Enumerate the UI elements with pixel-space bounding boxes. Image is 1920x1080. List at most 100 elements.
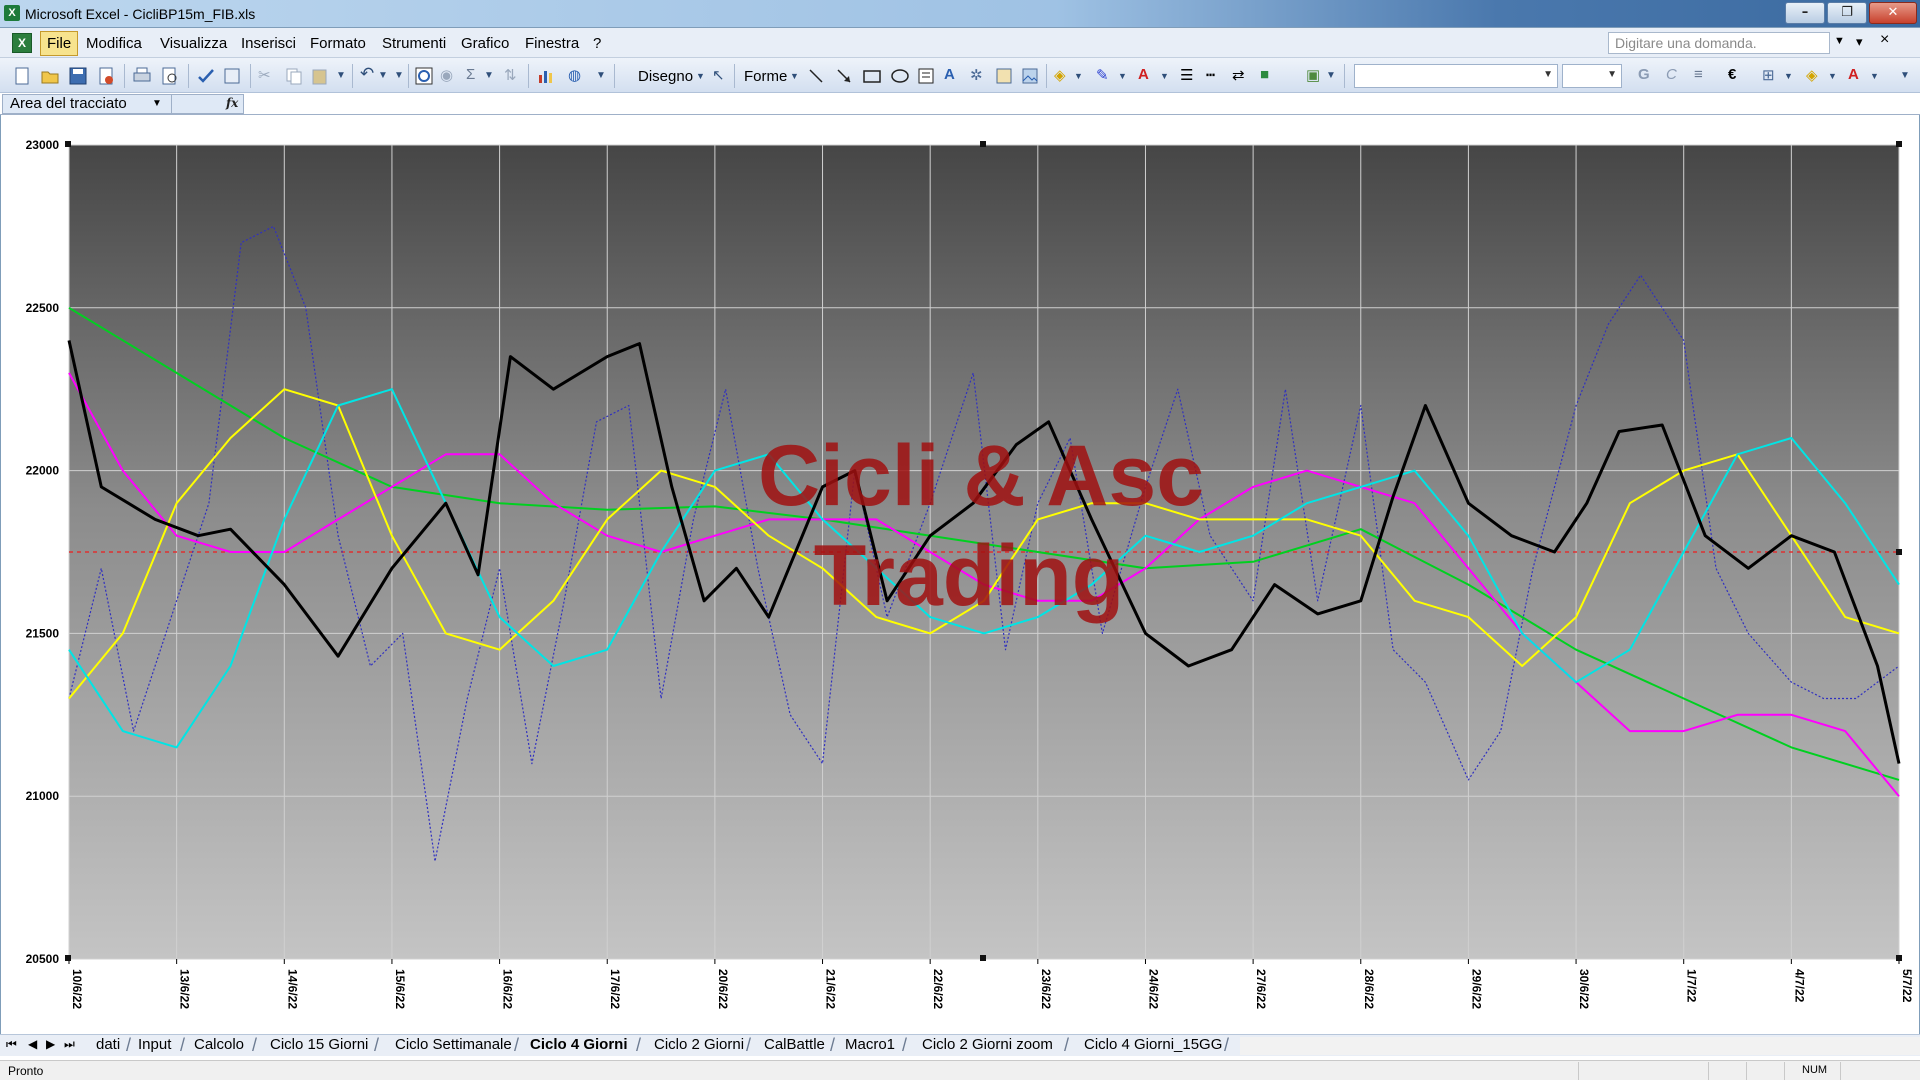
tab-ciclo-4-giorni[interactable]: Ciclo 4 Giorni xyxy=(530,1036,628,1056)
undo-icon[interactable]: ↶ xyxy=(360,64,374,84)
tab-ciclo-4-giorni-15gg[interactable]: Ciclo 4 Giorni_15GG xyxy=(1084,1036,1222,1056)
first-sheet-button[interactable]: ⏮ xyxy=(6,1037,17,1052)
line-style-icon[interactable]: ☰ xyxy=(1180,66,1193,84)
paste-icon[interactable] xyxy=(310,66,330,86)
text-color-icon[interactable]: A xyxy=(1848,66,1859,83)
open-folder-icon[interactable] xyxy=(40,66,60,86)
last-sheet-button[interactable]: ⏭ xyxy=(64,1037,75,1052)
horizontal-scrollbar[interactable] xyxy=(1240,1037,1920,1055)
wordart-icon[interactable]: A xyxy=(944,66,955,83)
menu-grafico[interactable]: Grafico xyxy=(461,35,509,52)
chart[interactable]: 20500 21000 21500 22000 22500 23000 10/6/22 13… xyxy=(1,115,1919,1030)
dash-style-icon[interactable]: ┅ xyxy=(1206,66,1215,84)
mdi-close-button[interactable]: × xyxy=(1880,31,1889,49)
menu-finestra[interactable]: Finestra xyxy=(525,35,579,52)
arrow-style-icon[interactable]: ⇄ xyxy=(1232,66,1245,84)
borders-dropdown-icon[interactable]: ▼ xyxy=(1784,71,1793,81)
hyperlink-icon[interactable] xyxy=(414,66,434,86)
sort-icon[interactable]: ⇅ xyxy=(504,66,517,84)
drawing-dropdown-icon[interactable]: ▼ xyxy=(696,71,705,81)
toolbar-options-icon[interactable]: ▼ xyxy=(596,70,606,81)
maximize-button[interactable]: ❐ xyxy=(1827,2,1867,24)
menu-modifica[interactable]: Modifica xyxy=(86,35,142,52)
web-icon[interactable]: ◉ xyxy=(440,66,453,84)
fill-color-icon[interactable]: ◈ xyxy=(1054,66,1066,84)
help-icon[interactable]: ◍ xyxy=(568,66,581,84)
euro-style-button[interactable]: € xyxy=(1728,66,1736,83)
function-icon[interactable]: fx xyxy=(226,96,238,110)
new-document-icon[interactable] xyxy=(12,66,32,86)
line-color-icon[interactable]: ✎ xyxy=(1096,66,1109,84)
oval-icon[interactable] xyxy=(890,66,910,86)
tab-ciclo-2-giorni[interactable]: Ciclo 2 Giorni xyxy=(654,1036,744,1056)
minimize-button[interactable]: – xyxy=(1785,2,1825,24)
chevron-down-icon[interactable]: ▼ xyxy=(152,98,162,109)
rectangle-icon[interactable] xyxy=(862,66,882,86)
font-size-select[interactable]: ▼ xyxy=(1562,64,1622,88)
tab-calcolo[interactable]: Calcolo xyxy=(194,1036,244,1056)
close-button[interactable]: ✕ xyxy=(1869,2,1917,24)
spelling-icon[interactable] xyxy=(196,66,216,86)
align-center-icon[interactable]: ≡ xyxy=(1694,66,1703,83)
font-color-dropdown-icon[interactable]: ▼ xyxy=(1160,71,1169,81)
tab-macro1[interactable]: Macro1 xyxy=(845,1036,895,1056)
3d-style-icon[interactable]: ▣ xyxy=(1306,66,1320,84)
workbook-icon[interactable]: X xyxy=(12,33,32,53)
paste-dropdown-icon[interactable]: ▼ xyxy=(336,70,346,81)
drawing-options-icon[interactable]: ▼ xyxy=(1326,70,1336,81)
print-icon[interactable] xyxy=(132,66,152,86)
cell-fill-dropdown-icon[interactable]: ▼ xyxy=(1828,71,1837,81)
font-name-select[interactable]: ▼ xyxy=(1354,64,1558,88)
undo-dropdown-icon[interactable]: ▼ xyxy=(378,70,388,81)
menu-file[interactable]: File xyxy=(40,31,79,56)
redo-dropdown-icon[interactable]: ▼ xyxy=(394,70,404,81)
chart-area[interactable]: 20500 21000 21500 22000 22500 23000 10/6/22 13… xyxy=(0,115,1920,1040)
research-icon[interactable] xyxy=(222,66,242,86)
next-sheet-button[interactable]: ▶ xyxy=(46,1037,55,1051)
formatting-options-icon[interactable]: ▼ xyxy=(1900,70,1910,81)
tab-ciclo-2-giorni-zoom[interactable]: Ciclo 2 Giorni zoom xyxy=(922,1036,1053,1056)
name-box[interactable]: Area del tracciato xyxy=(2,94,172,114)
copy-icon[interactable] xyxy=(284,66,304,86)
chart-wizard-icon[interactable] xyxy=(536,66,556,86)
textbox-icon[interactable] xyxy=(916,66,936,86)
shadow-style-icon[interactable]: ■ xyxy=(1260,66,1269,83)
drawing-menu[interactable]: Disegno xyxy=(638,68,693,85)
save-icon[interactable] xyxy=(68,66,88,86)
italic-button[interactable]: C xyxy=(1666,66,1677,83)
cut-icon[interactable]: ✂ xyxy=(258,66,271,84)
bold-button[interactable]: G xyxy=(1638,66,1650,83)
select-objects-icon[interactable]: ↖ xyxy=(712,66,725,84)
autosum-icon[interactable]: Σ xyxy=(466,66,475,83)
prev-sheet-button[interactable]: ◀ xyxy=(28,1037,37,1051)
cell-fill-icon[interactable]: ◈ xyxy=(1806,66,1818,84)
text-color-dropdown-icon[interactable]: ▼ xyxy=(1870,71,1879,81)
menu-formato[interactable]: Formato xyxy=(310,35,366,52)
print-preview-icon[interactable] xyxy=(160,66,180,86)
tab-ciclo-settimanale[interactable]: Ciclo Settimanale xyxy=(395,1036,512,1056)
line-icon[interactable] xyxy=(806,66,826,86)
diagram-icon[interactable]: ✲ xyxy=(970,66,983,84)
mdi-restore-button[interactable]: ▾ xyxy=(1856,34,1863,50)
line-color-dropdown-icon[interactable]: ▼ xyxy=(1118,71,1127,81)
excel-app-icon[interactable]: X xyxy=(4,5,20,21)
question-input[interactable]: Digitare una domanda. xyxy=(1608,32,1830,54)
menu-visualizza[interactable]: Visualizza xyxy=(160,35,227,52)
fill-color-dropdown-icon[interactable]: ▼ xyxy=(1074,71,1083,81)
autoshapes-menu[interactable]: Forme xyxy=(744,68,787,85)
menu-inserisci[interactable]: Inserisci xyxy=(241,35,296,52)
borders-icon[interactable]: ⊞ xyxy=(1762,66,1775,84)
tab-input[interactable]: Input xyxy=(138,1036,171,1056)
permission-icon[interactable] xyxy=(96,66,116,86)
menu-strumenti[interactable]: Strumenti xyxy=(382,35,446,52)
tab-dati[interactable]: dati xyxy=(96,1036,120,1056)
clipart-icon[interactable] xyxy=(994,66,1014,86)
font-color-icon[interactable]: A xyxy=(1138,66,1149,83)
autosum-dropdown-icon[interactable]: ▼ xyxy=(484,70,494,81)
autoshapes-dropdown-icon[interactable]: ▼ xyxy=(790,71,799,81)
insert-picture-icon[interactable] xyxy=(1020,66,1040,86)
tab-ciclo-15-giorni[interactable]: Ciclo 15 Giorni xyxy=(270,1036,368,1056)
chevron-down-icon[interactable]: ▼ xyxy=(1834,35,1845,47)
arrow-icon[interactable] xyxy=(834,66,854,86)
tab-calbattle[interactable]: CalBattle xyxy=(764,1036,825,1056)
